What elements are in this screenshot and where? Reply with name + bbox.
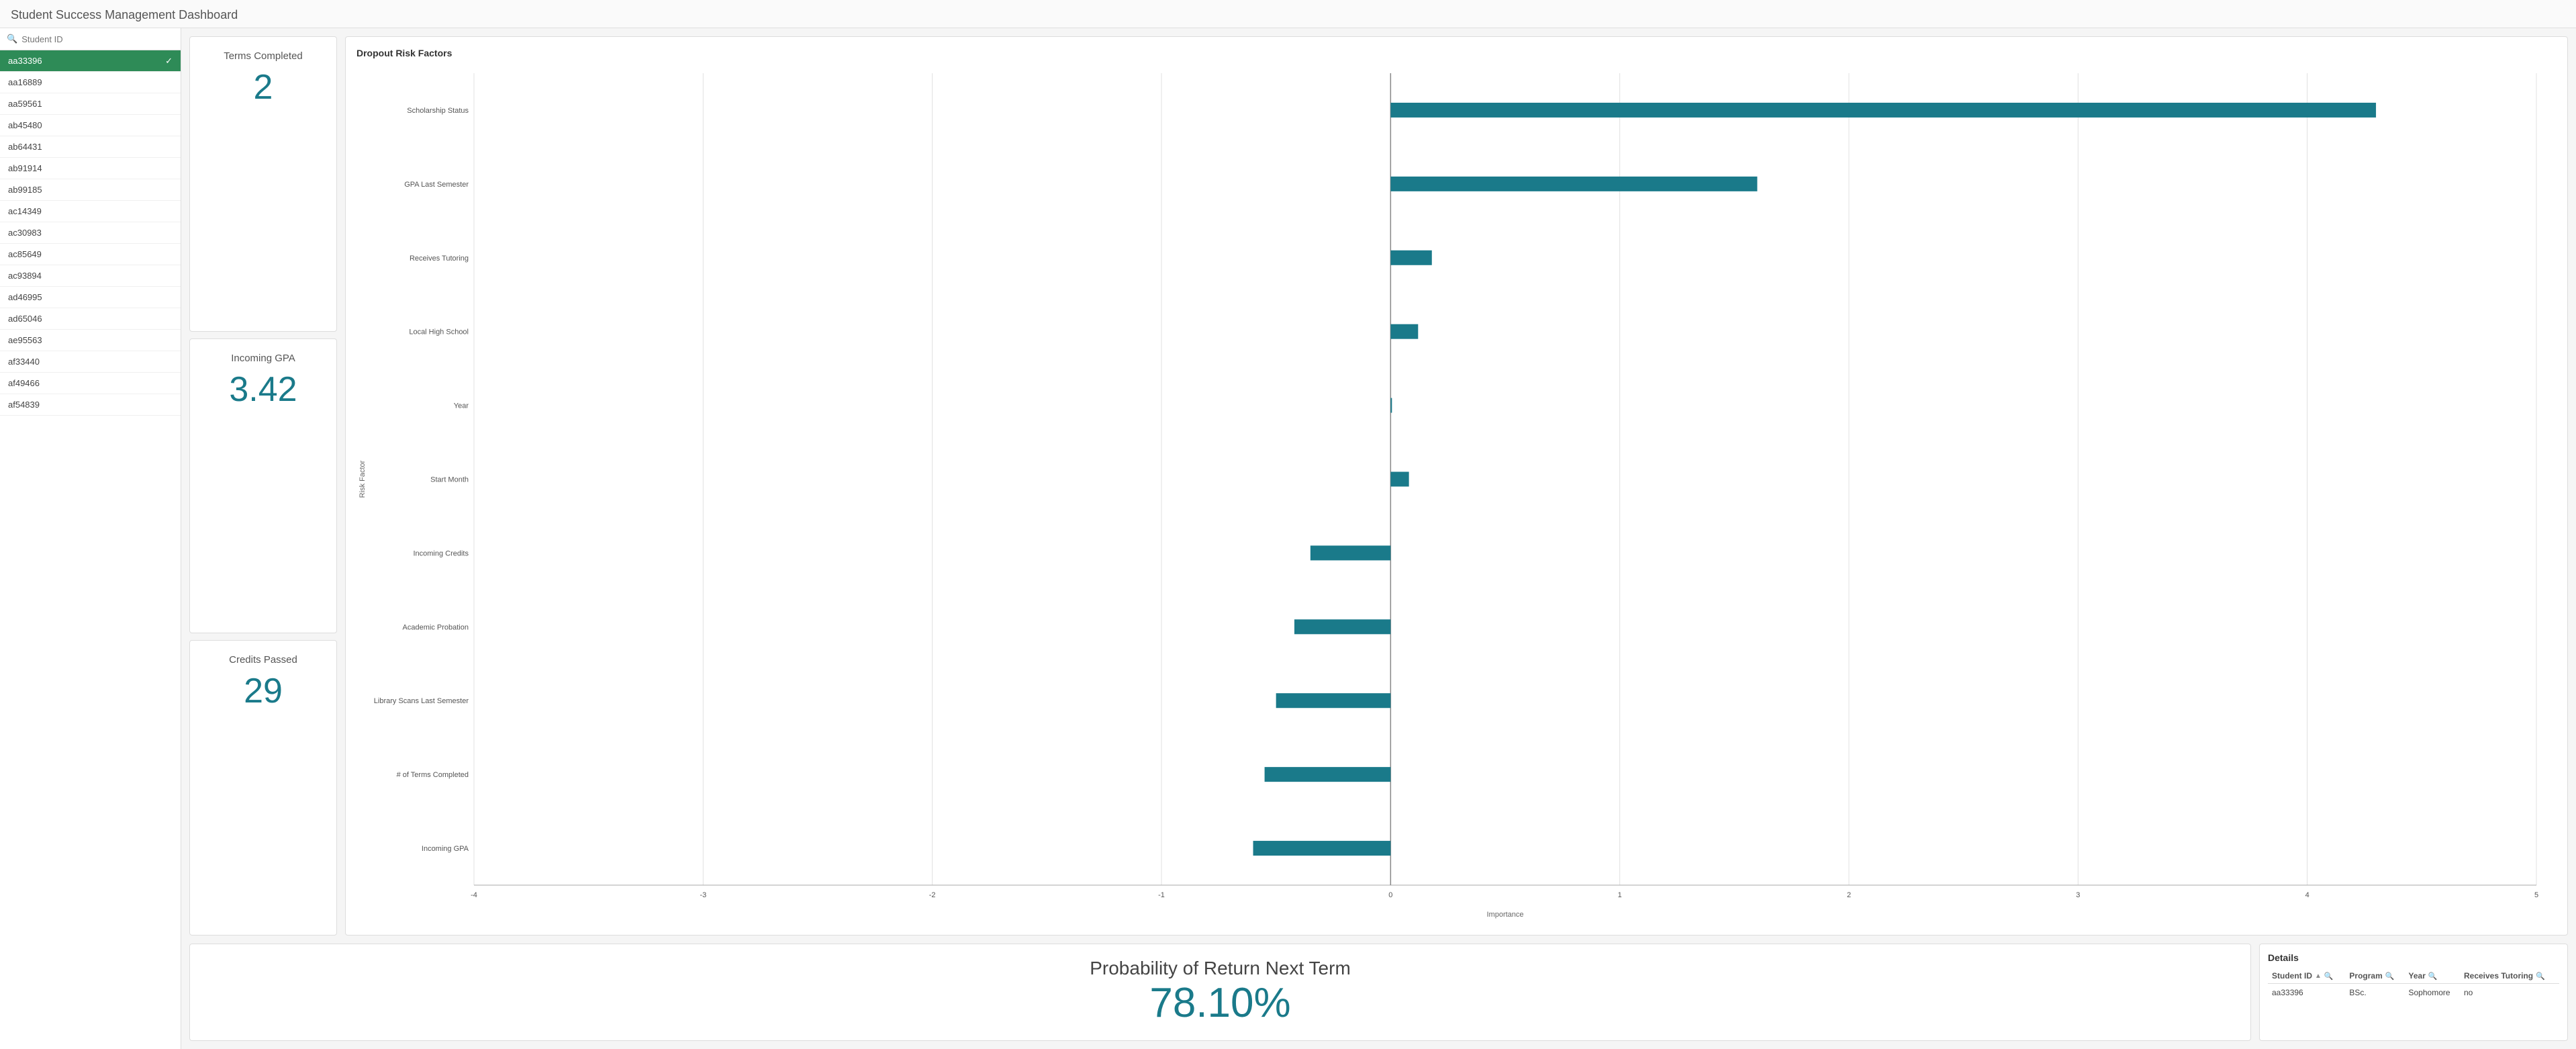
y-label: # of Terms Completed [397, 771, 469, 779]
probability-panel: Probability of Return Next Term 78.10% [189, 944, 2251, 1041]
column-label: Year [2409, 971, 2426, 980]
credits-passed-card: Credits Passed 29 [189, 640, 337, 936]
details-panel: Details Student ID▲🔍Program🔍Year🔍Receive… [2259, 944, 2568, 1041]
list-item[interactable]: ad46995 [0, 287, 181, 308]
stat-cards: Terms Completed 2 Incoming GPA 3.42 Cred… [189, 36, 337, 936]
table-cell: no [2460, 984, 2559, 1002]
table-row: aa33396BSc.Sophomoreno [2268, 984, 2559, 1002]
list-item[interactable]: af49466 [0, 373, 181, 394]
y-label: Academic Probation [403, 623, 469, 631]
student-id-search[interactable] [21, 34, 174, 44]
incoming-gpa-value: 3.42 [201, 369, 326, 410]
search-box: 🔍 [0, 28, 181, 50]
bottom-section: Probability of Return Next Term 78.10% D… [181, 944, 2576, 1049]
y-label: Local High School [409, 328, 469, 336]
list-item[interactable]: aa33396✓ [0, 50, 181, 72]
y-axis-label: Risk Factor [359, 460, 367, 498]
dropout-risk-chart: -4 -3 -2 -1 0 1 2 3 4 5 Scholarship Status GPA Last… [356, 66, 2557, 922]
x-axis-label: Importance [1486, 911, 1523, 919]
y-label: Incoming GPA [422, 845, 469, 853]
details-table: Student ID▲🔍Program🔍Year🔍Receives Tutori… [2268, 968, 2559, 1001]
column-label: Receives Tutoring [2464, 971, 2533, 980]
table-cell: aa33396 [2268, 984, 2345, 1002]
bar [1310, 545, 1390, 560]
list-item[interactable]: ad65046 [0, 308, 181, 330]
column-search-icon[interactable]: 🔍 [2385, 972, 2395, 980]
y-label: Incoming Credits [413, 549, 469, 557]
bar [1276, 693, 1391, 708]
app-title: Student Success Management Dashboard [0, 0, 2576, 28]
search-icon: 🔍 [7, 34, 17, 44]
x-tick-label: 1 [1618, 891, 1622, 899]
x-tick-label: 5 [2534, 891, 2538, 899]
x-tick-label: 2 [1847, 891, 1851, 899]
y-label: Year [454, 402, 469, 410]
chart-container: -4 -3 -2 -1 0 1 2 3 4 5 Scholarship Status GPA Last… [356, 66, 2557, 924]
check-mark-icon: ✓ [165, 56, 173, 66]
list-item[interactable]: ab45480 [0, 115, 181, 136]
bar [1390, 103, 2376, 118]
x-tick-label: 4 [2305, 891, 2309, 899]
column-search-icon[interactable]: 🔍 [2536, 972, 2545, 980]
list-item[interactable]: af54839 [0, 394, 181, 416]
bar [1390, 177, 1757, 191]
probability-value: 78.10% [1149, 979, 1290, 1027]
column-label: Program [2349, 971, 2382, 980]
list-item[interactable]: ae95563 [0, 330, 181, 351]
list-item[interactable]: ac14349 [0, 201, 181, 222]
list-item[interactable]: ab64431 [0, 136, 181, 158]
table-cell: Sophomore [2405, 984, 2460, 1002]
list-item[interactable]: aa59561 [0, 93, 181, 115]
column-search-icon[interactable]: 🔍 [2428, 972, 2438, 980]
sidebar: 🔍 aa33396✓aa16889aa59561ab45480ab64431ab… [0, 28, 181, 1049]
y-label: Library Scans Last Semester [374, 697, 469, 705]
chart-panel: Dropout Risk Factors -4 -3 -2 -1 0 1 2 3 4 5 Schol… [345, 36, 2568, 936]
y-label: GPA Last Semester [404, 181, 469, 189]
terms-completed-label: Terms Completed [201, 50, 326, 62]
credits-passed-label: Credits Passed [201, 654, 326, 666]
bar [1390, 398, 1392, 413]
sort-arrow-icon[interactable]: ▲ [2315, 972, 2322, 980]
column-search-icon[interactable]: 🔍 [2324, 972, 2334, 980]
list-item[interactable]: ab91914 [0, 158, 181, 179]
bar [1294, 619, 1390, 634]
table-header: Program🔍 [2345, 968, 2404, 984]
bar [1390, 472, 1409, 487]
y-label: Start Month [430, 476, 469, 484]
incoming-gpa-card: Incoming GPA 3.42 [189, 338, 337, 634]
table-header: Receives Tutoring🔍 [2460, 968, 2559, 984]
bar [1253, 841, 1391, 856]
list-item[interactable]: ac93894 [0, 265, 181, 287]
column-label: Student ID [2272, 971, 2312, 980]
details-title: Details [2268, 952, 2559, 963]
list-item[interactable]: ac30983 [0, 222, 181, 244]
terms-completed-card: Terms Completed 2 [189, 36, 337, 332]
table-header: Year🔍 [2405, 968, 2460, 984]
credits-passed-value: 29 [201, 671, 326, 711]
top-section: Terms Completed 2 Incoming GPA 3.42 Cred… [181, 28, 2576, 944]
main-content: Terms Completed 2 Incoming GPA 3.42 Cred… [181, 28, 2576, 1049]
y-label: Scholarship Status [407, 107, 469, 115]
table-header: Student ID▲🔍 [2268, 968, 2345, 984]
bar [1265, 767, 1391, 782]
bar [1390, 250, 1431, 265]
x-tick-label: -3 [700, 891, 706, 899]
list-item[interactable]: ab99185 [0, 179, 181, 201]
bar [1390, 324, 1418, 339]
x-tick-label: -4 [471, 891, 477, 899]
x-tick-label: 0 [1388, 891, 1392, 899]
y-label: Receives Tutoring [410, 255, 469, 263]
chart-title: Dropout Risk Factors [356, 48, 2557, 58]
terms-completed-value: 2 [201, 67, 326, 107]
x-tick-label: 3 [2076, 891, 2080, 899]
student-list: aa33396✓aa16889aa59561ab45480ab64431ab91… [0, 50, 181, 1049]
list-item[interactable]: aa16889 [0, 72, 181, 93]
incoming-gpa-label: Incoming GPA [201, 353, 326, 364]
x-tick-label: -1 [1158, 891, 1165, 899]
list-item[interactable]: af33440 [0, 351, 181, 373]
x-tick-label: -2 [929, 891, 936, 899]
probability-label: Probability of Return Next Term [1090, 958, 1351, 979]
table-cell: BSc. [2345, 984, 2404, 1002]
list-item[interactable]: ac85649 [0, 244, 181, 265]
